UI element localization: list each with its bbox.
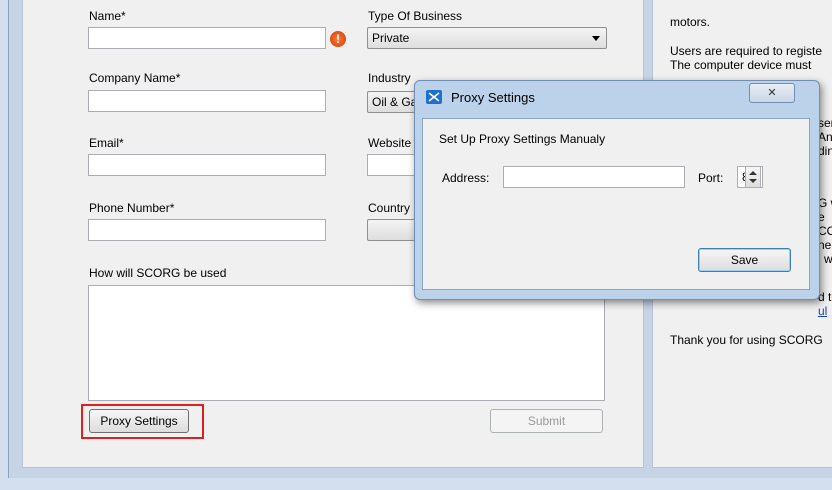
email-field[interactable] [88,154,326,176]
close-icon: ✕ [767,87,777,99]
proxy-settings-button[interactable]: Proxy Settings [89,409,189,433]
country-label: Country [368,201,411,215]
type-of-business-value: Private [372,31,410,45]
usage-label: How will SCORG be used [89,266,227,280]
info-fragment: ser [818,116,832,130]
phone-number-field[interactable] [88,219,326,241]
industry-value: Oil & Ga [372,95,418,109]
dialog-title: Proxy Settings [451,90,535,105]
phone-number-label: Phone Number* [89,201,175,215]
info-fragment: din [818,144,832,158]
chevron-down-icon [592,36,600,41]
address-input[interactable] [503,166,685,188]
port-label: Port: [698,171,724,185]
proxy-app-icon [425,89,443,105]
website-label: Website [368,136,412,150]
info-fragment: G w [818,196,832,210]
save-button[interactable]: Save [698,248,791,272]
info-fragment: d to [818,290,832,304]
info-fragment: An [818,130,832,144]
proxy-heading: Set Up Proxy Settings Manualy [439,132,606,146]
email-label: Email* [89,136,124,150]
type-of-business-select[interactable]: Private [367,27,607,49]
info-line-thanks: Thank you for using SCORG [670,333,823,347]
close-button[interactable]: ✕ [749,83,795,103]
usage-textarea[interactable] [88,285,605,401]
info-line-motors: motors. [670,15,711,29]
info-fragment: CO [818,224,832,238]
company-name-field[interactable] [88,90,326,112]
address-label: Address: [442,171,490,185]
submit-button[interactable]: Submit [490,409,603,433]
info-link[interactable]: ul [818,304,827,318]
industry-label: Industry [368,71,411,85]
info-fragment: l w [818,252,832,266]
port-stepper[interactable] [745,166,761,188]
name-field[interactable] [88,27,326,49]
info-line-register: Users are required to registe [670,44,823,58]
type-of-business-label: Type Of Business [368,9,463,23]
warning-icon: ! [330,31,346,47]
company-name-label: Company Name* [89,71,181,85]
info-line-device: The computer device must [670,58,812,72]
info-fragment: ne [818,238,832,252]
name-label: Name* [89,9,126,23]
